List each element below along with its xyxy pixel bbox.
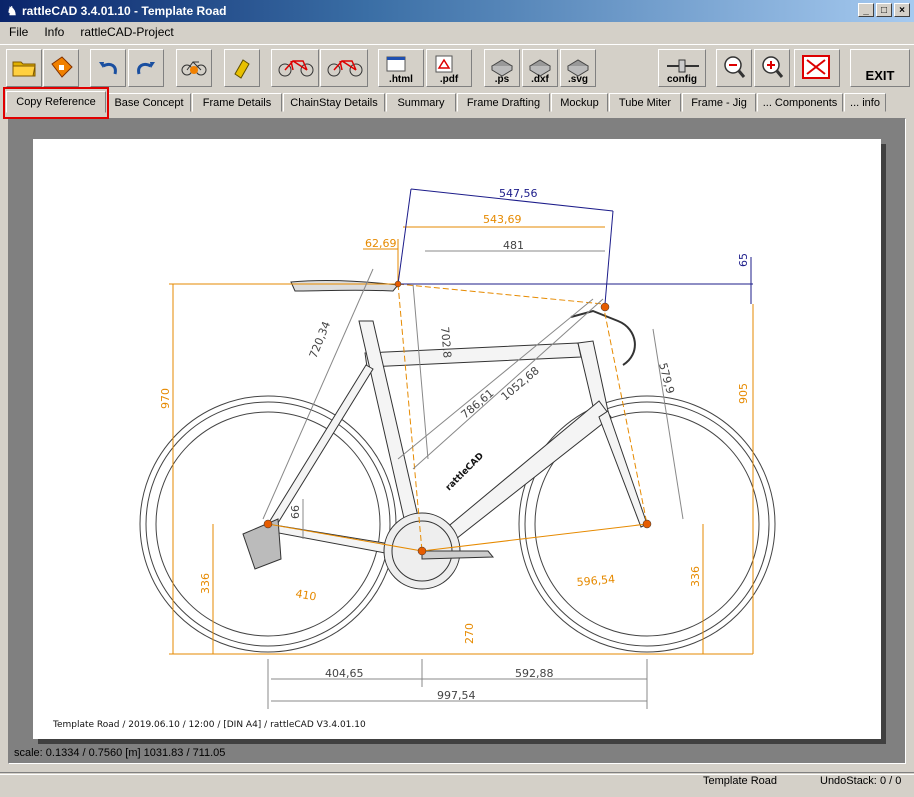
dim-setback: 62,69 — [365, 237, 397, 250]
export-pdf-button[interactable]: .pdf — [426, 49, 472, 87]
fit-screen-button[interactable] — [794, 49, 840, 87]
export-html-label: .html — [389, 74, 413, 85]
tab-chainstay-details[interactable]: ChainStay Details — [283, 93, 385, 112]
eraser-icon — [234, 59, 250, 79]
open-folder-button[interactable] — [6, 49, 42, 87]
tab-info[interactable]: ... info — [844, 93, 886, 112]
dim-front-center-diag: 596,54 — [576, 573, 615, 589]
dim-diagonal-2: 1052,68 — [499, 364, 542, 403]
rattlecad-app-icon[interactable]: ♞ — [4, 3, 20, 19]
dim-bb-drop: 66 — [289, 505, 302, 519]
bike-template-b-button[interactable] — [320, 49, 368, 87]
export-svg-button[interactable]: .svg — [560, 49, 596, 87]
status-undo-value: 0 / 0 — [880, 775, 902, 787]
menu-info[interactable]: Info — [35, 25, 71, 39]
config-button[interactable]: config — [658, 49, 706, 87]
bike-render-icon — [181, 61, 207, 76]
dim-right-height: 336 — [689, 566, 702, 587]
export-svg-label: .svg — [567, 74, 588, 85]
undo-icon — [99, 62, 117, 75]
folder-icon — [12, 61, 36, 77]
tab-summary[interactable]: Summary — [386, 93, 456, 112]
dim-seattube-length: 702,8 — [438, 326, 454, 359]
dim-fork: 579,9 — [656, 361, 677, 395]
dim-bb-height: 270 — [463, 623, 476, 644]
dim-seat-length: 720,34 — [307, 320, 333, 361]
bike-template-a-button[interactable] — [271, 49, 319, 87]
tab-components[interactable]: ... Components — [757, 93, 843, 112]
dim-left-height: 336 — [199, 573, 212, 594]
maximize-button[interactable]: □ — [876, 3, 892, 17]
tab-copy-reference[interactable]: Copy Reference — [6, 91, 106, 113]
exit-button[interactable]: EXIT — [850, 49, 910, 87]
redo-button[interactable] — [128, 49, 164, 87]
dim-chainstay: 410 — [294, 587, 317, 603]
frame-brand-text: rattleCAD — [444, 451, 486, 493]
dim-top-blue: 547,56 — [499, 187, 538, 200]
dim-stack: 905 — [737, 383, 750, 404]
tab-base-concept[interactable]: Base Concept — [107, 93, 191, 112]
dim-rear-center: 404,65 — [325, 667, 364, 680]
export-pdf-label: .pdf — [439, 74, 459, 85]
tab-mockup[interactable]: Mockup — [551, 93, 608, 112]
dim-drop: 65 — [737, 253, 750, 267]
minimize-button[interactable]: _ — [858, 3, 874, 17]
export-dxf-label: .dxf — [531, 74, 549, 85]
dim-wheelbase: 997,54 — [437, 689, 476, 702]
drawing-footer: Template Road / 2019.06.10 / 12:00 / [DI… — [52, 720, 366, 730]
status-project-name: Template Road — [703, 775, 777, 787]
window-title: rattleCAD 3.4.01.10 - Template Road — [22, 4, 227, 18]
status-undo-label: UndoStack: — [820, 775, 877, 787]
scale-readout: scale: 0.1334 / 0.7560 [m] 1031.83 / 711… — [14, 747, 226, 759]
drawing-canvas[interactable]: 547,56 543,69 62,69 481 65 970 905 720,3… — [8, 118, 906, 764]
config-label: config — [667, 74, 697, 85]
tab-frame-jig[interactable]: Frame - Jig — [682, 93, 756, 112]
fit-screen-icon — [802, 55, 830, 79]
tab-tube-miter[interactable]: Tube Miter — [609, 93, 681, 112]
close-button[interactable]: × — [894, 3, 910, 17]
tab-frame-drafting[interactable]: Frame Drafting — [457, 93, 550, 112]
export-ps-button[interactable]: .ps — [484, 49, 520, 87]
redo-icon — [137, 62, 155, 75]
zoom-out-button[interactable] — [716, 49, 752, 87]
title-bar: ♞ rattleCAD 3.4.01.10 - Template Road _ … — [0, 0, 914, 22]
export-html-button[interactable]: .html — [378, 49, 424, 87]
save-icon — [51, 56, 73, 78]
toolbar: .html .pdf .ps .dxf .svg config EXIT — [0, 44, 914, 91]
export-dxf-button[interactable]: .dxf — [522, 49, 558, 87]
bike-drawing: 547,56 543,69 62,69 481 65 970 905 720,3… — [52, 187, 776, 730]
dim-seat-height: 970 — [159, 388, 172, 409]
undo-button[interactable] — [90, 49, 126, 87]
export-ps-label: .ps — [494, 74, 510, 85]
bike-template-icon — [327, 60, 363, 77]
drawing-sheet[interactable]: 547,56 543,69 62,69 481 65 970 905 720,3… — [33, 139, 881, 739]
menu-file[interactable]: File — [0, 25, 35, 39]
tab-frame-details[interactable]: Frame Details — [192, 93, 282, 112]
tab-bar: Copy Reference Base Concept Frame Detail… — [0, 91, 914, 113]
render-bike-button[interactable] — [176, 49, 212, 87]
dim-top-orange: 543,69 — [483, 213, 522, 226]
save-button[interactable] — [43, 49, 79, 87]
menu-bar: File Info rattleCAD-Project — [0, 22, 914, 42]
dim-front-center: 592,88 — [515, 667, 554, 680]
dim-diagonal-1: 786,61 — [459, 387, 497, 422]
dim-reach: 481 — [503, 239, 524, 252]
bike-template-icon — [278, 60, 314, 77]
zoom-out-icon — [724, 56, 746, 78]
zoom-in-button[interactable] — [754, 49, 790, 87]
menu-rattlecad-project[interactable]: rattleCAD-Project — [71, 25, 180, 39]
eraser-button[interactable] — [224, 49, 260, 87]
exit-label: EXIT — [865, 67, 895, 83]
zoom-in-icon — [762, 56, 784, 78]
